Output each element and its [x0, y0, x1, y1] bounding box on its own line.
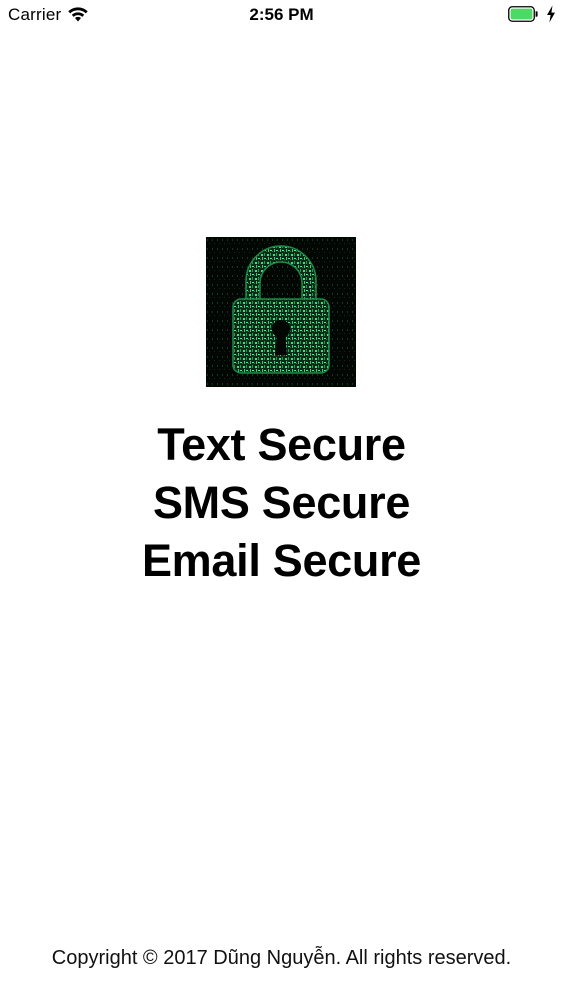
headline-text-secure: Text Secure	[157, 419, 406, 470]
battery-icon	[508, 6, 538, 22]
copyright-footer: Copyright © 2017 Dũng Nguyễn. All rights…	[51, 947, 512, 969]
status-time: 2:56 PM	[249, 5, 314, 24]
status-bar: Carrier 2:56 PM	[0, 0, 563, 30]
padlock-icon	[206, 237, 356, 387]
headline-sms-secure: SMS Secure	[152, 477, 411, 528]
headline-email-secure: Email Secure	[141, 535, 422, 586]
charging-bolt-icon	[547, 5, 555, 23]
